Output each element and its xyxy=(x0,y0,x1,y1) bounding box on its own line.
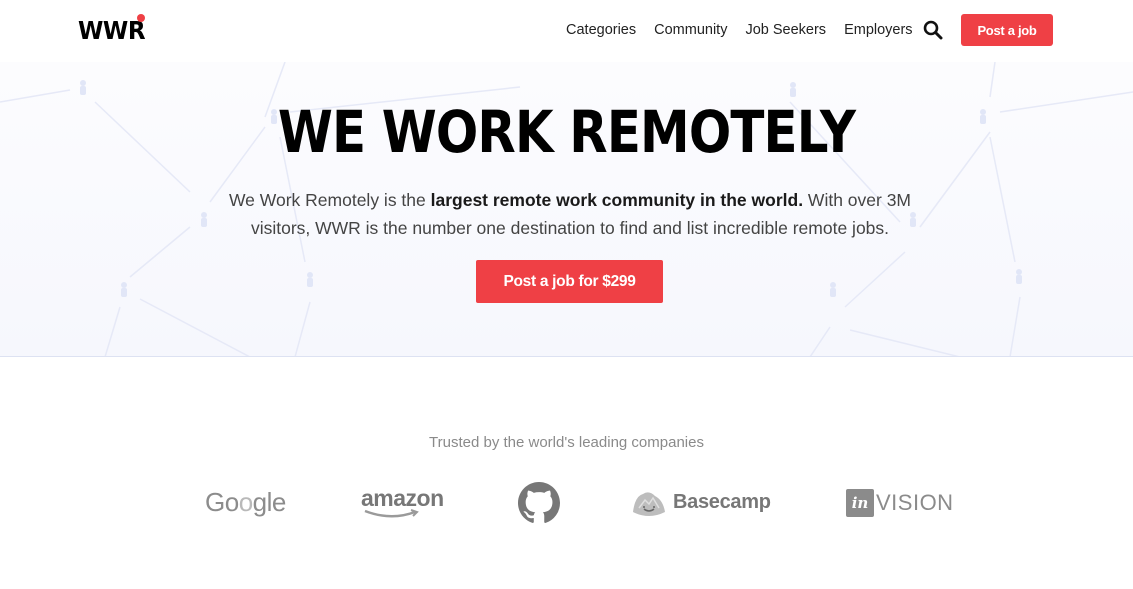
trusted-heading: Trusted by the world's leading companies xyxy=(429,434,704,451)
site-header: WWR Categories Community Job Seekers Emp… xyxy=(0,0,1133,62)
basecamp-icon xyxy=(633,491,665,516)
post-job-cta-button[interactable]: Post a job for $299 xyxy=(476,260,663,303)
amazon-smile-icon xyxy=(364,508,419,517)
nav-categories[interactable]: Categories xyxy=(566,22,636,38)
invision-icon: in xyxy=(846,488,874,517)
invision-logo: in VISION xyxy=(846,480,954,525)
nav-employers[interactable]: Employers xyxy=(844,22,913,38)
wwr-logo[interactable]: WWR xyxy=(78,16,146,45)
basecamp-logo: Basecamp xyxy=(631,480,771,525)
logo-dot xyxy=(137,14,145,22)
google-logo: Go o gle xyxy=(205,487,286,517)
nav-community[interactable]: Community xyxy=(654,22,727,38)
basecamp-wordmark: Basecamp xyxy=(673,491,771,513)
amazon-wordmark: amazon xyxy=(361,484,444,511)
hero-text-highlight: largest remote work community in the wor… xyxy=(430,190,804,210)
search-icon[interactable] xyxy=(923,20,943,40)
amazon-logo: amazon xyxy=(361,480,444,525)
github-icon xyxy=(518,481,560,523)
company-logos: Go o gle amazon Basecamp in VISION xyxy=(0,480,1133,525)
invision-wordmark: VISION xyxy=(876,489,954,515)
post-job-button[interactable]: Post a job xyxy=(961,14,1053,46)
hero-description: We Work Remotely is the largest remote w… xyxy=(220,186,920,242)
hero-headline: WE WORK REMOTELY xyxy=(277,98,856,166)
main-nav: Categories Community Job Seekers Employe… xyxy=(566,22,931,38)
github-logo xyxy=(518,480,560,525)
hero-section: WE WORK REMOTELY We Work Remotely is the… xyxy=(0,62,1133,357)
nav-job-seekers[interactable]: Job Seekers xyxy=(745,22,826,38)
hero-text-prefix: We Work Remotely is the xyxy=(228,190,431,210)
